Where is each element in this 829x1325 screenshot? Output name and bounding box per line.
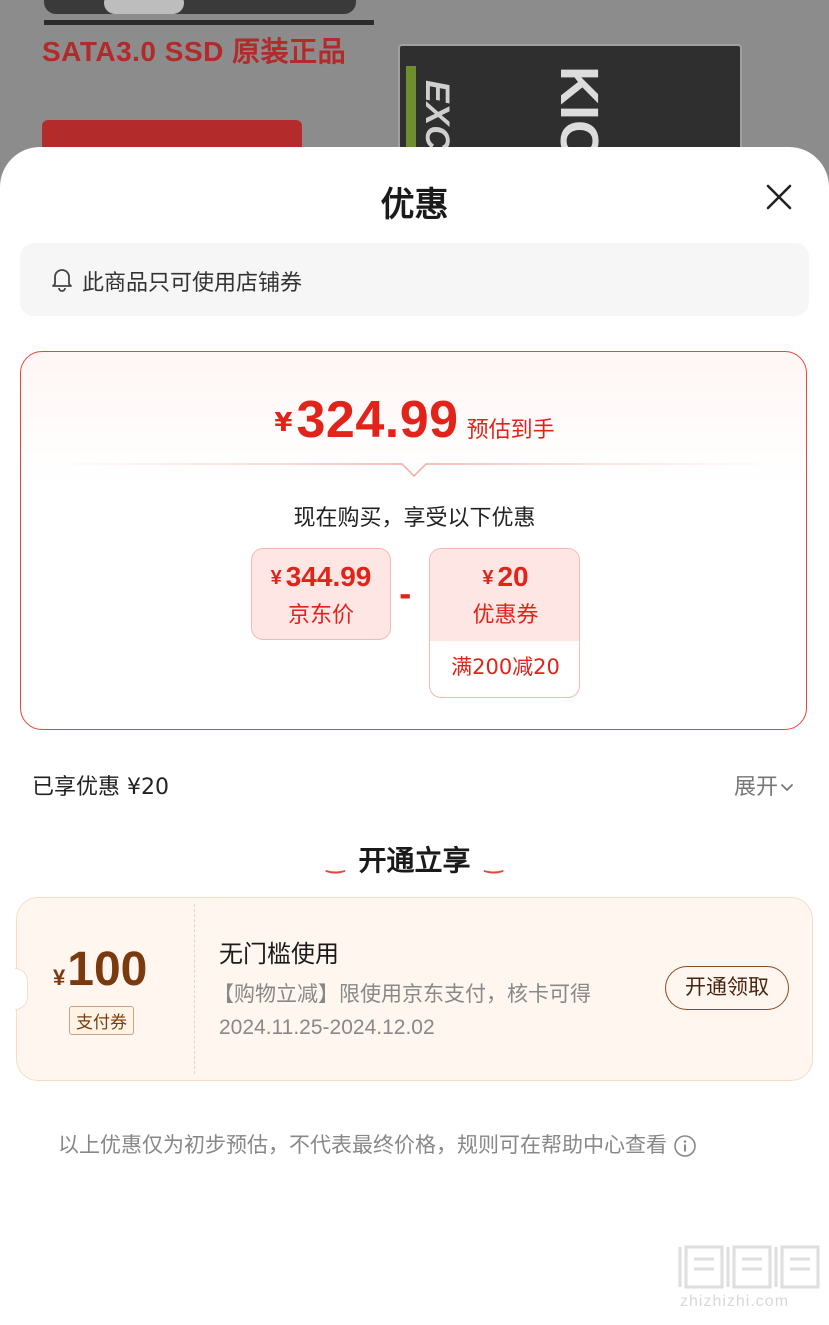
coupon-rule: 满200减20	[451, 655, 560, 679]
payment-coupon-card: ¥100 支付券 无门槛使用 【购物立减】限使用京东支付，核卡可得 2024.1…	[15, 897, 813, 1081]
payment-coupon-dates: 2024.11.25-2024.12.02	[219, 1016, 435, 1039]
background-promo-text: SATA3.0 SSD 原装正品	[42, 36, 347, 67]
payment-coupon-currency: ¥	[53, 965, 66, 990]
footer-disclaimer: 以上优惠仅为初步预估，不代表最终价格，规则可在帮助中心查看	[58, 1129, 697, 1159]
buy-now-line: 现在购买，享受以下优惠	[293, 506, 536, 531]
estimated-price-card: ¥324.99 预估到手 现在购买，享受以下优惠 ¥344.99 京东价 - ¥2…	[20, 351, 807, 730]
bell-icon	[52, 269, 72, 292]
payment-coupon-desc: 【购物立减】限使用京东支付，核卡可得	[213, 982, 591, 1006]
close-icon	[766, 184, 792, 210]
sheet-title: 优惠	[380, 185, 449, 225]
section-deco-left: ‿	[326, 849, 345, 874]
discount-sheet: 优惠 此商品只可使用店铺券 ¥324.99 预估到手 现在购买，享受以下优惠 ¥…	[0, 147, 829, 1325]
chevron-down-icon	[781, 784, 793, 791]
watermark: zhizhizhi.com	[676, 1241, 826, 1321]
price-label: 预估到手	[466, 418, 555, 443]
minus-sign: -	[399, 578, 412, 613]
footer-disclaimer-text: 以上优惠仅为初步预估，不代表最终价格，规则可在帮助中心查看	[58, 1133, 667, 1157]
activate-claim-button[interactable]: 开通领取	[665, 966, 789, 1010]
store-coupon-notice: 此商品只可使用店铺券	[20, 243, 809, 316]
close-button[interactable]	[759, 177, 799, 217]
info-icon[interactable]	[673, 1134, 697, 1158]
expand-button[interactable]: 展开	[734, 769, 794, 801]
section-title-text: 开通立享	[358, 844, 471, 877]
expand-label: 展开	[734, 775, 779, 800]
section-deco-right: ‿	[484, 849, 503, 874]
jd-price-label: 京东价	[287, 603, 354, 628]
activate-section-title: ‿ 开通立享 ‿	[0, 839, 829, 879]
jd-price-amount: 344.99	[285, 561, 372, 592]
jd-price-currency: ¥	[270, 567, 282, 589]
enjoyed-discount: 已享优惠 ¥20	[32, 775, 169, 800]
notice-text: 此商品只可使用店铺券	[82, 271, 303, 296]
watermark-logo	[678, 1245, 820, 1289]
background-top-pill	[104, 0, 184, 14]
estimated-price: ¥324.99 预估到手	[21, 390, 808, 450]
payment-coupon-title: 无门槛使用	[219, 940, 339, 968]
coupon-box[interactable]: ¥20 优惠券 满200减20	[429, 548, 580, 698]
coupon-currency: ¥	[482, 567, 494, 589]
price-amount: 324.99	[296, 391, 459, 449]
payment-coupon-amount: 100	[67, 943, 148, 996]
price-divider	[45, 463, 784, 478]
price-currency: ¥	[274, 408, 293, 438]
background-underline	[44, 20, 374, 25]
background-top-bar	[44, 0, 356, 14]
coupon-label: 优惠券	[472, 603, 539, 628]
coupon-amount: 20	[497, 561, 529, 592]
jd-price-box: ¥344.99 京东价	[251, 548, 391, 640]
watermark-site: zhizhizhi.com	[680, 1293, 790, 1310]
payment-coupon-tag: 支付券	[69, 1006, 134, 1035]
payment-coupon-value: ¥100	[53, 942, 147, 997]
